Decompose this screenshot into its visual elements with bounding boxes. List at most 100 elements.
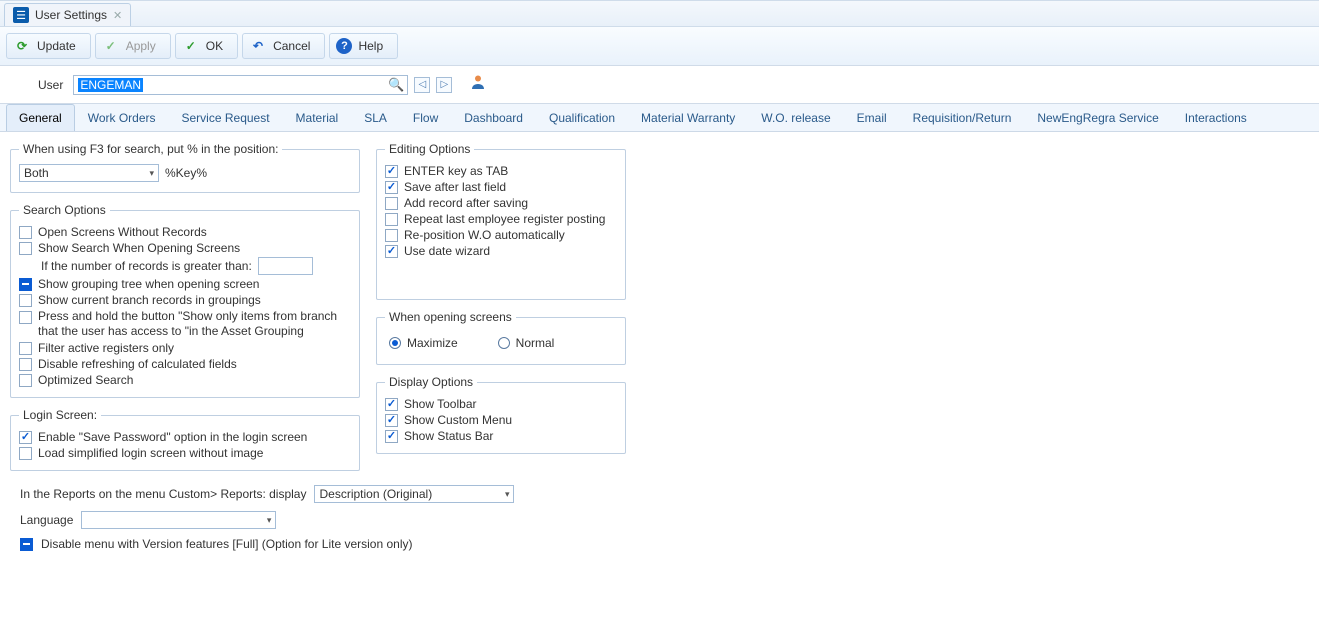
- tab-general[interactable]: General: [6, 104, 75, 131]
- tab-qualification[interactable]: Qualification: [536, 104, 628, 131]
- tab-material-warranty[interactable]: Material Warranty: [628, 104, 748, 131]
- chk-label: Show Custom Menu: [404, 413, 512, 427]
- chk-press-hold-branch[interactable]: [19, 311, 32, 324]
- user-card-icon: ☰: [13, 7, 29, 23]
- chk-label: Repeat last employee register posting: [404, 212, 605, 226]
- undo-icon: ↶: [249, 37, 267, 55]
- records-threshold-input[interactable]: [258, 257, 313, 275]
- apply-button[interactable]: ✓ Apply: [95, 33, 171, 59]
- toolbar-label: OK: [206, 39, 223, 53]
- chk-label: Optimized Search: [38, 373, 133, 387]
- search-options-legend: Search Options: [19, 203, 110, 217]
- tab-sla[interactable]: SLA: [351, 104, 400, 131]
- f3-position-select[interactable]: Both: [19, 164, 159, 182]
- user-input[interactable]: ENGEMAN: [73, 75, 408, 95]
- chk-label: Use date wizard: [404, 244, 490, 258]
- chk-label: Re-position W.O automatically: [404, 228, 565, 242]
- tab-wo-release[interactable]: W.O. release: [748, 104, 843, 131]
- radio-label: Normal: [516, 336, 555, 350]
- next-record-button[interactable]: ▷: [436, 77, 452, 93]
- chk-disable-menu-version[interactable]: [20, 538, 33, 551]
- language-select[interactable]: [81, 511, 276, 529]
- chk-show-search-opening[interactable]: [19, 242, 32, 255]
- toolbar-label: Update: [37, 39, 76, 53]
- tab-material[interactable]: Material: [283, 104, 352, 131]
- when-opening-legend: When opening screens: [385, 310, 516, 324]
- tab-email[interactable]: Email: [844, 104, 900, 131]
- chk-add-after-save[interactable]: [385, 197, 398, 210]
- user-input-value: ENGEMAN: [78, 78, 143, 92]
- chk-show-toolbar[interactable]: [385, 398, 398, 411]
- radio-normal[interactable]: [498, 337, 510, 349]
- display-options-group: Display Options Show Toolbar Show Custom…: [376, 375, 626, 454]
- reports-display-select[interactable]: Description (Original): [314, 485, 514, 503]
- update-button[interactable]: ⟳ Update: [6, 33, 91, 59]
- display-options-legend: Display Options: [385, 375, 477, 389]
- chk-label: Load simplified login screen without ima…: [38, 446, 263, 460]
- close-icon[interactable]: ✕: [113, 9, 122, 22]
- check-icon: ✓: [182, 37, 200, 55]
- check-icon: ✓: [102, 37, 120, 55]
- chk-label: Show Toolbar: [404, 397, 477, 411]
- help-button[interactable]: ? Help: [329, 33, 398, 59]
- window-tab-label: User Settings: [35, 8, 107, 22]
- chk-show-branch-records[interactable]: [19, 294, 32, 307]
- chk-label: Disable menu with Version features [Full…: [41, 537, 413, 551]
- chk-label: Open Screens Without Records: [38, 225, 207, 239]
- radio-maximize[interactable]: [389, 337, 401, 349]
- when-opening-group: When opening screens Maximize Normal: [376, 310, 626, 365]
- chk-repeat-last-employee[interactable]: [385, 213, 398, 226]
- chk-label: Press and hold the button "Show only ite…: [38, 309, 351, 339]
- editing-options-legend: Editing Options: [385, 142, 474, 156]
- user-row: User ENGEMAN 🔍 ◁ ▷: [0, 66, 1319, 104]
- login-screen-group: Login Screen: Enable "Save Password" opt…: [10, 408, 360, 471]
- help-icon: ?: [336, 38, 352, 54]
- reports-display-label: In the Reports on the menu Custom> Repor…: [20, 487, 306, 501]
- if-greater-label: If the number of records is greater than…: [41, 259, 252, 273]
- ok-button[interactable]: ✓ OK: [175, 33, 238, 59]
- chk-show-grouping-tree[interactable]: [19, 278, 32, 291]
- radio-label: Maximize: [407, 336, 458, 350]
- tab-requisition-return[interactable]: Requisition/Return: [900, 104, 1025, 131]
- search-icon[interactable]: 🔍: [388, 77, 404, 93]
- chk-open-without-records[interactable]: [19, 226, 32, 239]
- editing-options-group: Editing Options ENTER key as TAB Save af…: [376, 142, 626, 300]
- tab-work-orders[interactable]: Work Orders: [75, 104, 169, 131]
- toolbar-label: Apply: [126, 39, 156, 53]
- cancel-button[interactable]: ↶ Cancel: [242, 33, 325, 59]
- chk-label: Enable "Save Password" option in the log…: [38, 430, 307, 444]
- chk-label: Show Status Bar: [404, 429, 493, 443]
- window-tab-user-settings[interactable]: ☰ User Settings ✕: [4, 3, 131, 26]
- chk-save-after-last[interactable]: [385, 181, 398, 194]
- chk-enable-save-password[interactable]: [19, 431, 32, 444]
- f3-suffix-label: %Key%: [165, 166, 207, 180]
- chk-reposition-wo[interactable]: [385, 229, 398, 242]
- chk-show-custom-menu[interactable]: [385, 414, 398, 427]
- refresh-icon: ⟳: [13, 37, 31, 55]
- prev-record-button[interactable]: ◁: [414, 77, 430, 93]
- chk-show-status-bar[interactable]: [385, 430, 398, 443]
- chk-label: Show current branch records in groupings: [38, 293, 261, 307]
- tab-service-request[interactable]: Service Request: [169, 104, 283, 131]
- chk-disable-refresh[interactable]: [19, 358, 32, 371]
- chk-optimized-search[interactable]: [19, 374, 32, 387]
- toolbar: ⟳ Update ✓ Apply ✓ OK ↶ Cancel ? Help: [0, 27, 1319, 66]
- tab-interactions[interactable]: Interactions: [1172, 104, 1260, 131]
- chk-enter-as-tab[interactable]: [385, 165, 398, 178]
- search-options-group: Search Options Open Screens Without Reco…: [10, 203, 360, 398]
- tab-dashboard[interactable]: Dashboard: [451, 104, 536, 131]
- chk-label: Save after last field: [404, 180, 506, 194]
- chk-use-date-wizard[interactable]: [385, 245, 398, 258]
- toolbar-label: Help: [358, 39, 383, 53]
- chk-label: Add record after saving: [404, 196, 528, 210]
- chk-label: Filter active registers only: [38, 341, 174, 355]
- tab-flow[interactable]: Flow: [400, 104, 451, 131]
- person-icon[interactable]: [470, 74, 486, 95]
- user-label: User: [38, 78, 63, 92]
- chk-filter-active[interactable]: [19, 342, 32, 355]
- toolbar-label: Cancel: [273, 39, 310, 53]
- chk-load-simplified-login[interactable]: [19, 447, 32, 460]
- tab-newengregra-service[interactable]: NewEngRegra Service: [1024, 104, 1171, 131]
- language-label: Language: [20, 513, 73, 527]
- page-tabstrip: General Work Orders Service Request Mate…: [0, 104, 1319, 132]
